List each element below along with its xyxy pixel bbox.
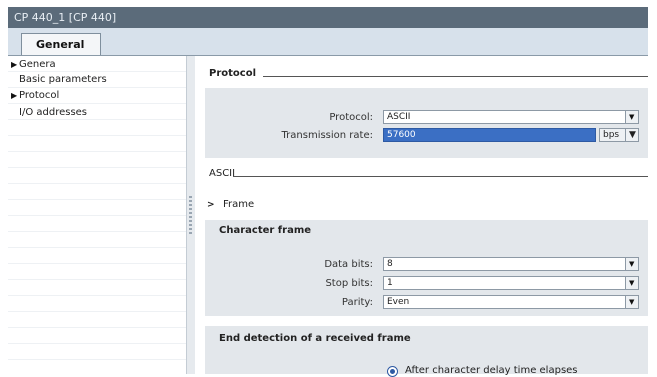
nav-item-label: Genera [19, 59, 56, 70]
properties-pane: Protocol Protocol: ASCII ▼ Transmission … [195, 56, 648, 377]
triangle-right-icon[interactable]: ▶ [11, 91, 17, 100]
protocol-select[interactable]: ASCII ▼ [383, 110, 639, 124]
protocol-section-title: Protocol [209, 68, 257, 79]
chevron-down-icon[interactable]: ▼ [625, 295, 639, 309]
nav-item-general[interactable]: ▶ Genera [8, 59, 186, 73]
protocol-label: Protocol: [329, 112, 373, 123]
section-divider [233, 176, 648, 177]
stop-bits-select[interactable]: 1 ▼ [383, 276, 639, 290]
splitter-grip-icon[interactable] [189, 196, 192, 236]
tab-general-label: General [36, 38, 85, 51]
parity-value: Even [387, 297, 410, 307]
chevron-down-icon[interactable]: ▼ [625, 128, 639, 142]
nav-item-basic-parameters[interactable]: Basic parameters [8, 74, 186, 88]
window-titlebar: CP 440_1 [CP 440] [8, 7, 648, 28]
data-bits-select[interactable]: 8 ▼ [383, 257, 639, 271]
navigation-tree: ▶ Genera Basic parameters ▶ Protocol I/O… [8, 56, 187, 374]
character-frame-title: Character frame [219, 225, 312, 236]
tab-strip: General [8, 28, 648, 56]
stop-bits-label: Stop bits: [325, 278, 373, 289]
frame-node-label[interactable]: Frame [223, 199, 254, 210]
expand-arrow-icon[interactable]: > [207, 200, 215, 210]
nav-item-label: Protocol [19, 90, 60, 101]
chevron-down-icon[interactable]: ▼ [625, 276, 639, 290]
nav-item-protocol[interactable]: ▶ Protocol [8, 90, 186, 104]
radio-selected-dot [390, 369, 395, 374]
parity-select[interactable]: Even ▼ [383, 295, 639, 309]
transmission-rate-input[interactable]: 57600 [383, 128, 596, 142]
nav-item-io-addresses[interactable]: I/O addresses [8, 107, 186, 121]
data-bits-value: 8 [387, 259, 393, 269]
data-bits-label: Data bits: [324, 259, 373, 270]
chevron-down-icon[interactable]: ▼ [625, 257, 639, 271]
ascii-section-title: ASCII [209, 168, 236, 179]
tab-general[interactable]: General [21, 33, 101, 55]
section-divider [263, 76, 648, 77]
transmission-rate-value: 57600 [387, 130, 416, 140]
end-detection-title: End detection of a received frame [219, 333, 411, 344]
chevron-down-icon[interactable]: ▼ [625, 110, 639, 124]
parity-label: Parity: [341, 297, 373, 308]
protocol-value: ASCII [387, 112, 411, 122]
after-delay-radio[interactable] [387, 366, 398, 377]
rate-unit-value: bps [603, 130, 620, 140]
stop-bits-value: 1 [387, 278, 393, 288]
nav-item-label: I/O addresses [19, 107, 88, 118]
nav-item-label: Basic parameters [19, 74, 107, 85]
transmission-rate-label: Transmission rate: [281, 130, 373, 141]
window-title: CP 440_1 [CP 440] [14, 11, 117, 24]
rate-unit-select[interactable]: bps ▼ [599, 128, 639, 142]
pane-splitter[interactable] [186, 56, 195, 374]
after-delay-label: After character delay time elapses [405, 365, 578, 376]
triangle-right-icon[interactable]: ▶ [11, 60, 17, 69]
